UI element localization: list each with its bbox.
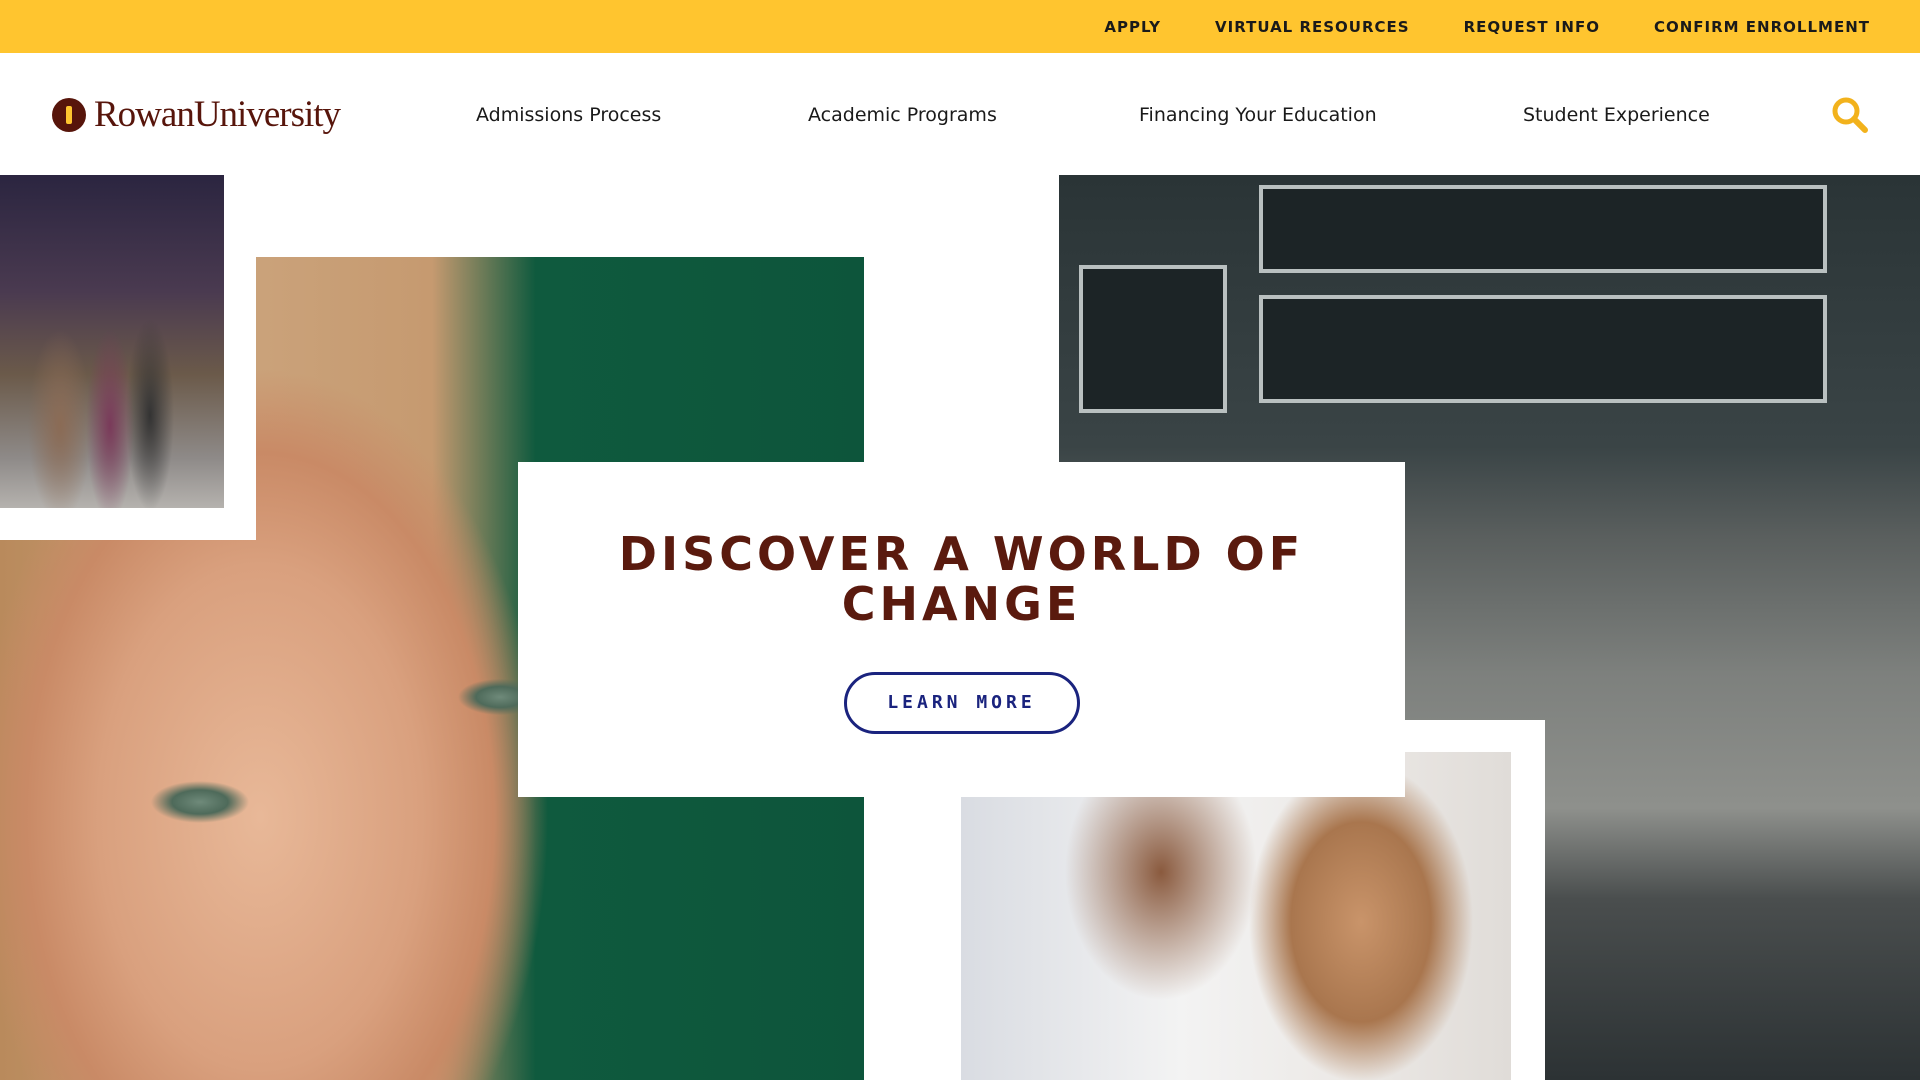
search-button[interactable] [1830, 95, 1870, 135]
utility-link-apply[interactable]: APPLY [1104, 18, 1161, 36]
photo-frame-divider [224, 175, 256, 540]
rowan-logo[interactable]: RowanUniversity [52, 93, 341, 136]
nav-student-experience[interactable]: Student Experience [1523, 104, 1710, 126]
logo-text: RowanUniversity [94, 94, 341, 135]
search-icon [1832, 97, 1868, 133]
torch-logo-icon [52, 97, 86, 132]
main-header: RowanUniversity Admissions Process Acade… [0, 53, 1920, 175]
nav-financing-your-education[interactable]: Financing Your Education [1139, 104, 1377, 126]
photo-frame-divider [0, 508, 256, 540]
building-door [1079, 265, 1227, 413]
building-window [1259, 185, 1827, 273]
building-window [1259, 295, 1827, 403]
photo-frame-divider [1405, 720, 1511, 752]
lab-researchers-photo [961, 752, 1511, 1080]
utility-link-virtual-resources[interactable]: VIRTUAL RESOURCES [1215, 18, 1410, 36]
hero-title: DISCOVER A WORLD OF CHANGE [618, 527, 1305, 631]
photo-frame-divider [864, 175, 1059, 462]
utility-link-request-info[interactable]: REQUEST INFO [1464, 18, 1600, 36]
learn-more-button[interactable]: LEARN MORE [843, 672, 1080, 734]
nav-academic-programs[interactable]: Academic Programs [808, 104, 997, 126]
nav-admissions-process[interactable]: Admissions Process [476, 104, 661, 126]
utility-bar: APPLY VIRTUAL RESOURCES REQUEST INFO CON… [0, 0, 1920, 53]
utility-link-confirm-enrollment[interactable]: CONFIRM ENROLLMENT [1654, 18, 1870, 36]
photo-frame-divider [864, 798, 961, 1080]
photo-frame-divider [1511, 720, 1545, 1080]
hero-card: DISCOVER A WORLD OF CHANGE LEARN MORE [518, 462, 1405, 797]
students-walking-street-photo [0, 175, 224, 508]
